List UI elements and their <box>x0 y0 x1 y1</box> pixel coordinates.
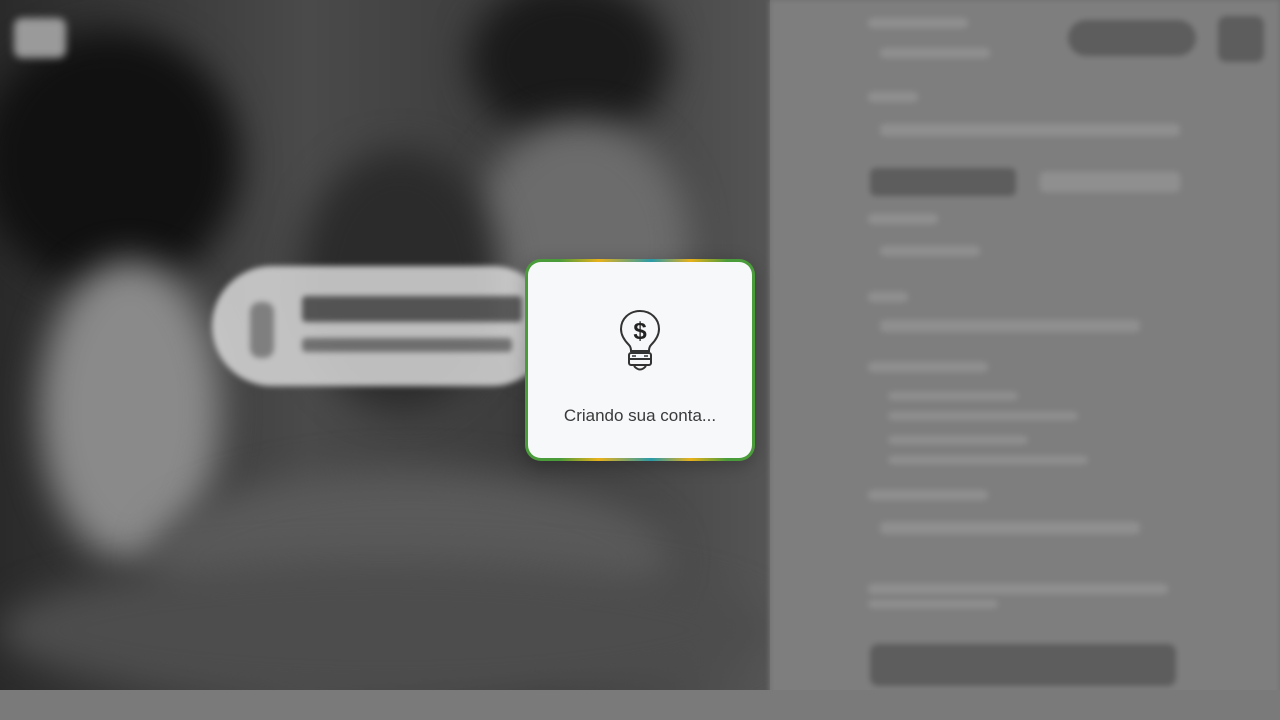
modal-overlay: $ Criando sua conta... <box>0 0 1280 720</box>
loading-modal: $ Criando sua conta... <box>525 259 755 461</box>
page: $ Criando sua conta... <box>0 0 1280 720</box>
loading-message: Criando sua conta... <box>563 406 717 425</box>
lightbulb-dollar-icon: $ <box>619 309 661 371</box>
svg-text:$: $ <box>633 318 647 345</box>
loading-modal-body: $ Criando sua conta... <box>528 262 752 458</box>
